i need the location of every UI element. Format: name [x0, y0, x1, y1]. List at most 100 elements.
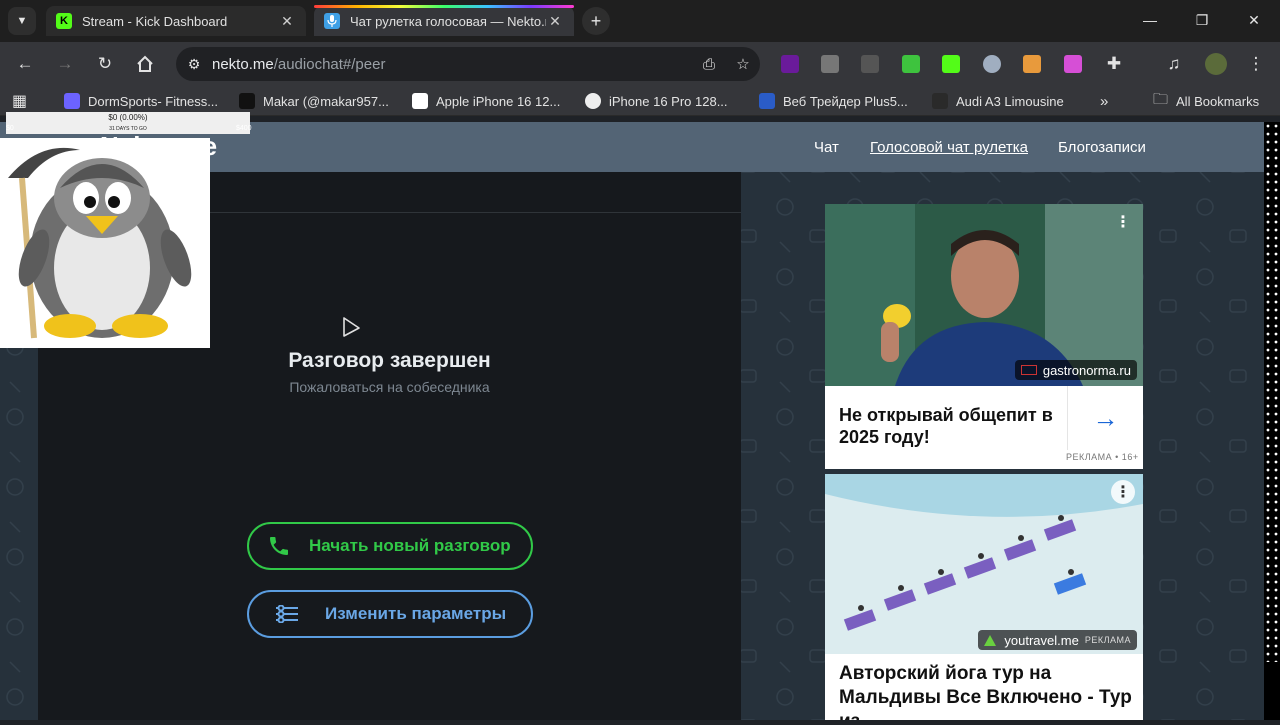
stream-overlay: $0 (0.00%) 31 DAYS TO GO $0 $400	[0, 112, 252, 348]
close-icon[interactable]: ✕	[546, 13, 564, 30]
extension-warning-icon[interactable]	[1023, 55, 1041, 73]
apps-button[interactable]: ▦	[12, 92, 27, 110]
ad-image: ⋮ youtravel.me РЕКЛАМА	[825, 474, 1143, 654]
reload-icon: ↻	[97, 54, 113, 73]
ad-menu-button[interactable]: ⋮	[1111, 210, 1135, 234]
extension-plus-icon[interactable]	[781, 55, 799, 73]
extension-k-color-icon[interactable]	[902, 55, 920, 73]
chevron-down-icon: ▼	[16, 15, 28, 27]
tab-kick-dashboard[interactable]: K Stream - Kick Dashboard ✕	[46, 6, 306, 36]
ad-card-youtravel[interactable]: ⋮ youtravel.me РЕКЛАМА Авторский йога ту…	[825, 474, 1143, 720]
ad-source: youtravel.me	[1004, 632, 1079, 648]
profile-avatar[interactable]	[1205, 53, 1227, 75]
minimize-icon: —	[1143, 12, 1157, 28]
home-button[interactable]	[131, 50, 159, 78]
bookmark-favicon-icon	[585, 93, 601, 109]
bookmark-label: DormSports- Fitness...	[88, 93, 219, 109]
tab-search-button[interactable]: ▼	[8, 7, 36, 35]
extensions-button[interactable]: ✚	[1100, 50, 1128, 78]
ad-menu-button[interactable]: ⋮	[1111, 480, 1135, 504]
nav-chat-link[interactable]: Чат	[814, 139, 839, 156]
penguin-icon	[8, 147, 192, 339]
close-window-button[interactable]: ✕	[1228, 0, 1280, 40]
penguin-reaper-image	[0, 138, 210, 348]
extension-kick-icon[interactable]	[942, 55, 960, 73]
close-icon: ✕	[1248, 11, 1260, 28]
ad-title[interactable]: Не открывай общепит в 2025 году!	[839, 404, 1059, 448]
bookmark-item[interactable]: Audi A3 Limousine	[932, 92, 1064, 110]
extension-shield-icon[interactable]	[983, 55, 1001, 73]
bookmark-favicon-icon	[932, 93, 948, 109]
browser-toolbar: ← → ↻ ⚙ nekto.me/audiochat#/peer ⎙ ☆ ✚ ♫…	[0, 42, 1280, 86]
address-bar[interactable]: ⚙ nekto.me/audiochat#/peer ⎙ ☆	[176, 47, 760, 81]
all-bookmarks-button[interactable]: 🗀 All Bookmarks	[1153, 91, 1260, 110]
more-vertical-icon: ⋮	[1247, 54, 1265, 73]
extension-k-grey-icon[interactable]	[821, 55, 839, 73]
bookmark-item[interactable]: Apple iPhone 16 12...	[412, 92, 560, 110]
page-scrollbar[interactable]	[1264, 122, 1280, 720]
arrow-left-icon: ←	[16, 54, 34, 73]
ad-source-tag: gastronorma.ru	[1014, 360, 1137, 380]
star-icon[interactable]: ☆	[726, 55, 760, 73]
start-new-chat-label: Начать новый разговор	[309, 536, 511, 555]
goal-days: 31 DAYS TO GO	[109, 126, 147, 132]
mouse-cursor-icon	[343, 317, 360, 337]
minimize-button[interactable]: —	[1124, 0, 1176, 40]
chevrons-right-icon: »	[1100, 92, 1109, 110]
reload-button[interactable]: ↻	[91, 50, 119, 78]
close-icon[interactable]: ✕	[278, 13, 296, 30]
extension-k-dark-icon[interactable]	[861, 55, 879, 73]
goal-max: $400	[236, 125, 252, 132]
goal-amount: $0 (0.00%)	[108, 113, 148, 122]
tab-nekto[interactable]: Чат рулетка голосовая — Nekto.me ✕	[314, 5, 574, 36]
bookmark-label: Audi A3 Limousine	[956, 93, 1064, 109]
bookmark-label: Веб Трейдер Plus5...	[783, 93, 908, 109]
tab-title: Чат рулетка голосовая — Nekto.me	[350, 13, 546, 29]
back-button[interactable]: ←	[11, 50, 39, 78]
kick-favicon-icon: K	[56, 13, 72, 29]
menu-button[interactable]: ⋮	[1242, 50, 1270, 78]
ad-arrow-button[interactable]: →	[1067, 386, 1143, 450]
microphone-favicon-icon	[324, 13, 340, 29]
tiktok-icon	[239, 93, 255, 109]
nav-voice-chat-link[interactable]: Голосовой чат рулетка	[870, 139, 1028, 156]
ad-image: gastronorma.ru ⋮	[825, 204, 1143, 386]
forward-button[interactable]: →	[51, 50, 79, 78]
tab-title: Stream - Kick Dashboard	[82, 13, 228, 29]
bookmark-item[interactable]: Makar (@makar957...	[239, 92, 389, 110]
ad-photo-yoga-beach	[825, 474, 1143, 654]
complain-link[interactable]: Пожаловаться на собеседника	[38, 379, 741, 395]
nav-blog-link[interactable]: Блогозаписи	[1058, 139, 1146, 156]
ad-card-gastronorma[interactable]: gastronorma.ru ⋮ Не открывай общепит в 2…	[825, 204, 1143, 469]
restore-icon: ❐	[1195, 11, 1209, 28]
bookmark-favicon-icon	[64, 93, 80, 109]
grid-icon: ▦	[12, 93, 28, 110]
ad-title[interactable]: Авторский йога тур на Мальдивы Все Включ…	[839, 662, 1139, 720]
change-params-label: Изменить параметры	[325, 604, 507, 623]
extension-square-icon[interactable]	[1064, 55, 1082, 73]
address-url[interactable]: nekto.me/audiochat#/peer	[212, 56, 692, 73]
media-button[interactable]: ♫	[1160, 50, 1188, 78]
puzzle-icon: ✚	[1106, 54, 1122, 73]
tab-strip: ▼ K Stream - Kick Dashboard ✕ Чат рулетк…	[0, 0, 1280, 42]
arrow-right-icon: →	[56, 54, 74, 73]
all-bookmarks-label: All Bookmarks	[1176, 93, 1260, 109]
arrow-right-icon: →	[1092, 402, 1119, 433]
install-app-icon[interactable]: ⎙	[692, 56, 726, 73]
donation-goal-bar: $0 (0.00%) 31 DAYS TO GO	[6, 112, 250, 134]
ad-source: gastronorma.ru	[1042, 362, 1131, 378]
bookmark-item[interactable]: DormSports- Fitness...	[64, 92, 218, 110]
phone-icon	[249, 534, 309, 558]
start-new-chat-button[interactable]: Начать новый разговор	[247, 522, 533, 570]
url-host: nekto.me	[212, 55, 274, 73]
new-tab-button[interactable]: +	[582, 7, 610, 35]
restore-button[interactable]: ❐	[1176, 0, 1228, 40]
media-queue-icon: ♫	[1167, 54, 1181, 73]
bookmarks-overflow-button[interactable]: »	[1100, 92, 1108, 110]
bookmark-item[interactable]: iPhone 16 Pro 128...	[585, 92, 728, 110]
change-params-button[interactable]: Изменить параметры	[247, 590, 533, 638]
ad-source-tag: youtravel.me РЕКЛАМА	[978, 630, 1137, 650]
bookmark-item[interactable]: Веб Трейдер Plus5...	[759, 92, 908, 110]
site-info-icon[interactable]: ⚙	[176, 56, 212, 73]
ad-photo-man-with-lemon	[825, 204, 1143, 386]
